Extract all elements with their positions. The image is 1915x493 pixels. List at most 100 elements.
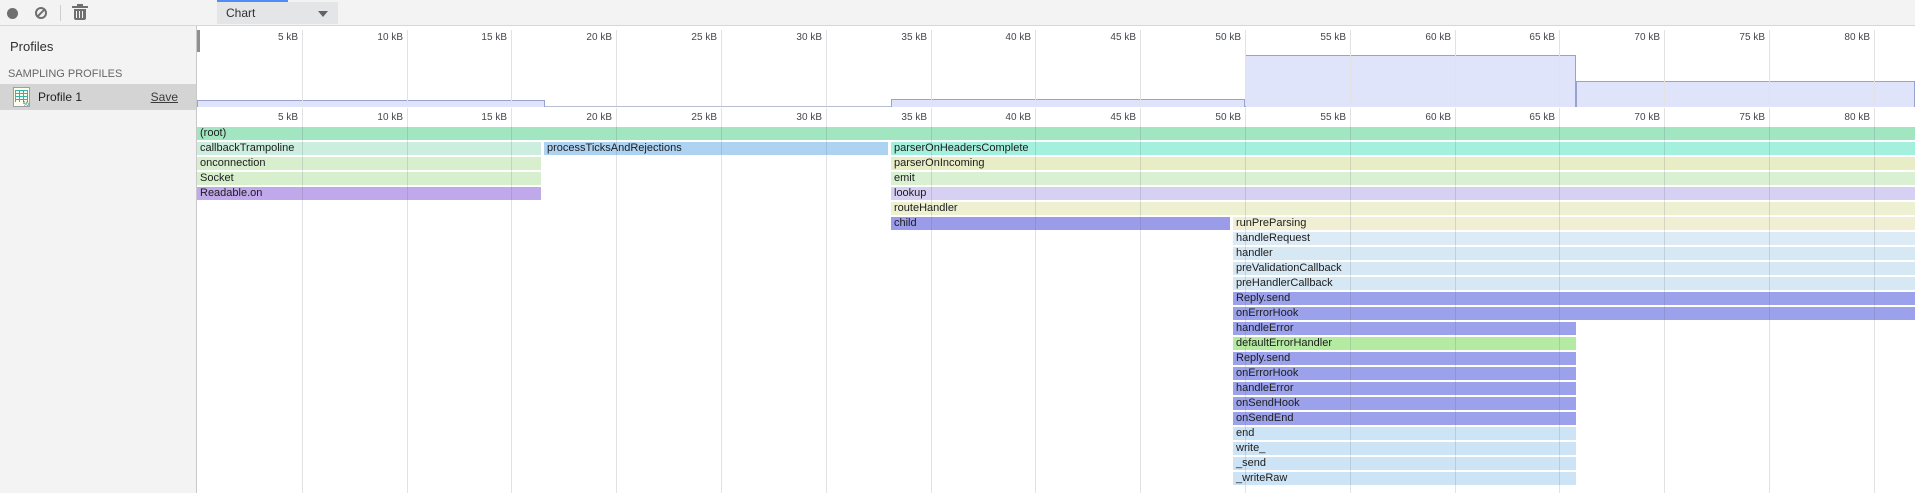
flame-bar[interactable]: defaultErrorHandler: [1233, 337, 1576, 350]
profiles-sidebar: Profiles SAMPLING PROFILES % Profile 1 S…: [0, 26, 197, 493]
gridline: [1664, 108, 1665, 127]
gridline: [1769, 127, 1770, 493]
flame-bar[interactable]: processTicksAndRejections: [544, 142, 888, 155]
record-icon[interactable]: [7, 8, 18, 19]
save-link[interactable]: Save: [151, 90, 178, 104]
flame-bar[interactable]: preValidationCallback: [1233, 262, 1915, 275]
gridline: [407, 127, 408, 493]
sidebar-item-profile-1[interactable]: % Profile 1 Save: [0, 84, 196, 110]
flame-row: Readable.on lookup: [197, 187, 1915, 200]
gridline: [826, 108, 827, 127]
flame-bar[interactable]: child: [891, 217, 1230, 230]
gridline: [1035, 127, 1036, 493]
flame-bar[interactable]: parserOnIncoming: [891, 157, 1915, 170]
gridline: [302, 108, 303, 127]
ruler-tick-label: 45 kB: [1066, 112, 1136, 123]
flame-bar[interactable]: onSendHook: [1233, 397, 1576, 410]
ruler-tick-label: 30 kB: [752, 112, 822, 123]
flame-bar[interactable]: _send: [1233, 457, 1576, 470]
flame-bar[interactable]: lookup: [891, 187, 1915, 200]
flame-row: handleError: [197, 382, 1915, 395]
ruler-tick-label: 45 kB: [1066, 32, 1136, 43]
flame-bar[interactable]: parserOnHeadersComplete: [891, 142, 1915, 155]
gridline: [1140, 108, 1141, 127]
ruler-tick-label: 15 kB: [437, 32, 507, 43]
flame-row: routeHandler: [197, 202, 1915, 215]
flame-row: handleError: [197, 322, 1915, 335]
overview-step: [1576, 81, 1915, 107]
gridline: [1559, 127, 1560, 493]
gridline: [1559, 30, 1560, 106]
view-mode-select[interactable]: Chart: [217, 2, 338, 24]
flame-row: _send: [197, 457, 1915, 470]
flame-bar[interactable]: onErrorHook: [1233, 367, 1576, 380]
flame-bar[interactable]: routeHandler: [891, 202, 1915, 215]
flame-bar[interactable]: Reply.send: [1233, 352, 1576, 365]
overview-step: [891, 99, 1245, 107]
sampling-profiles-section-header: SAMPLING PROFILES: [8, 68, 122, 80]
flame-bar[interactable]: Socket: [197, 172, 541, 185]
trash-lid: [72, 6, 88, 8]
flame-bar[interactable]: handleError: [1233, 322, 1576, 335]
flame-bar[interactable]: emit: [891, 172, 1915, 185]
gridline: [826, 127, 827, 493]
flame-row: defaultErrorHandler: [197, 337, 1915, 350]
gridline: [931, 30, 932, 106]
ruler-tick-label: 40 kB: [961, 32, 1031, 43]
flame-bar[interactable]: (root): [197, 127, 1915, 140]
flame-row: onErrorHook: [197, 307, 1915, 320]
flame-bar[interactable]: handleRequest: [1233, 232, 1915, 245]
gridline: [511, 30, 512, 106]
flame-bar[interactable]: end: [1233, 427, 1576, 440]
ruler-tick-label: 55 kB: [1276, 112, 1346, 123]
gridline: [721, 127, 722, 493]
flame-bar[interactable]: write_: [1233, 442, 1576, 455]
gridline: [1350, 30, 1351, 106]
gridline: [407, 108, 408, 127]
flame-row: end: [197, 427, 1915, 440]
gridline: [826, 30, 827, 106]
overview-step: [1245, 55, 1576, 107]
flame-row: onSendEnd: [197, 412, 1915, 425]
toolbar-separator: [60, 5, 61, 21]
gridline: [931, 108, 932, 127]
flame-bar[interactable]: _writeRaw: [1233, 472, 1576, 485]
ruler-tick-label: 75 kB: [1695, 32, 1765, 43]
flame-bar[interactable]: Readable.on: [197, 187, 541, 200]
flame-bar[interactable]: callbackTrampoline: [197, 142, 541, 155]
flame-row: childrunPreParsing: [197, 217, 1915, 230]
scrollbar-thumb[interactable]: [197, 30, 200, 52]
flame-bar[interactable]: runPreParsing: [1233, 217, 1915, 230]
ruler-tick-label: 60 kB: [1381, 112, 1451, 123]
ruler-tick-label: 10 kB: [333, 112, 403, 123]
ruler-tick-label: 75 kB: [1695, 112, 1765, 123]
flame-row: handleRequest: [197, 232, 1915, 245]
ruler-tick-label: 50 kB: [1171, 32, 1241, 43]
gridline: [407, 30, 408, 106]
flame-bar[interactable]: handleError: [1233, 382, 1576, 395]
gridline: [1874, 127, 1875, 493]
flame-bar[interactable]: preHandlerCallback: [1233, 277, 1915, 290]
flame-bar[interactable]: onErrorHook: [1233, 307, 1915, 320]
flame-bar[interactable]: handler: [1233, 247, 1915, 260]
ruler-tick-label: 60 kB: [1381, 32, 1451, 43]
chevron-down-icon: [318, 11, 328, 17]
flame-bar[interactable]: onconnection: [197, 157, 541, 170]
ruler-tick-label: 65 kB: [1485, 112, 1555, 123]
gridline: [302, 30, 303, 106]
clear-icon[interactable]: [35, 7, 47, 19]
flame-bar[interactable]: Reply.send: [1233, 292, 1915, 305]
trash-body: [74, 9, 86, 20]
ruler-tick-label: 20 kB: [542, 32, 612, 43]
gridline: [931, 127, 932, 493]
trash-icon[interactable]: [74, 6, 86, 20]
gridline: [1245, 108, 1246, 127]
ruler-tick-label: 35 kB: [857, 32, 927, 43]
ruler-tick-label: 80 kB: [1800, 112, 1870, 123]
gridline: [1245, 30, 1246, 106]
flame-bar[interactable]: onSendEnd: [1233, 412, 1576, 425]
flame-row: _writeRaw: [197, 472, 1915, 485]
ruler-tick-label: 20 kB: [542, 112, 612, 123]
gridline: [1874, 108, 1875, 127]
flame-row: onErrorHook: [197, 367, 1915, 380]
